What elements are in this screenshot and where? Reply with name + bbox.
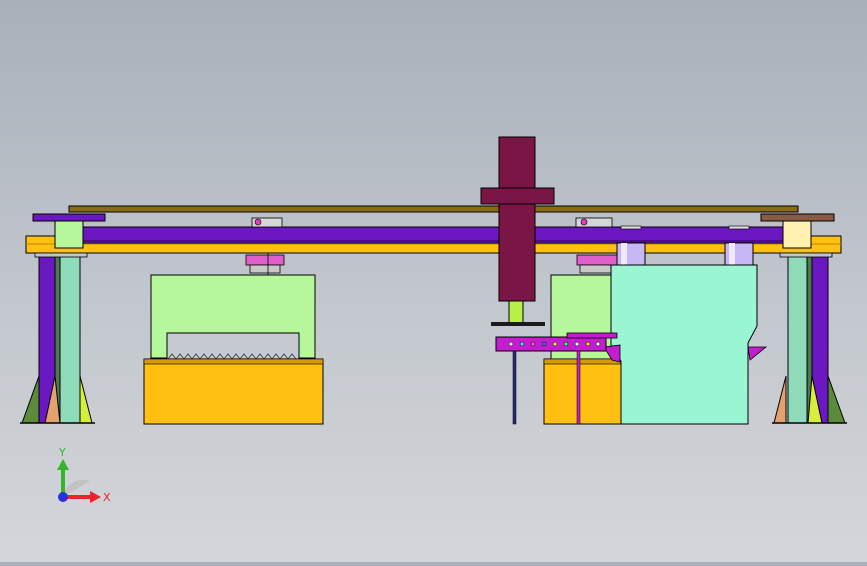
left-yellow-base bbox=[143, 353, 324, 425]
z-axis-dot bbox=[58, 492, 68, 502]
mint-machine-body bbox=[603, 264, 768, 425]
left-top-cap bbox=[32, 213, 106, 222]
cad-viewport[interactable]: Y X bbox=[0, 0, 867, 562]
left-support-rod bbox=[512, 350, 517, 425]
top-rail bbox=[68, 205, 799, 213]
right-support-rod bbox=[576, 350, 581, 425]
right-yellow-base bbox=[543, 358, 622, 425]
right-top-cap bbox=[760, 213, 835, 222]
left-green-housing bbox=[150, 274, 316, 359]
x-axis-label: X bbox=[103, 491, 111, 504]
coordinate-triad: Y X bbox=[57, 446, 111, 504]
y-axis-label: Y bbox=[58, 446, 66, 459]
machine-assembly-drawing: Y X bbox=[20, 136, 847, 504]
